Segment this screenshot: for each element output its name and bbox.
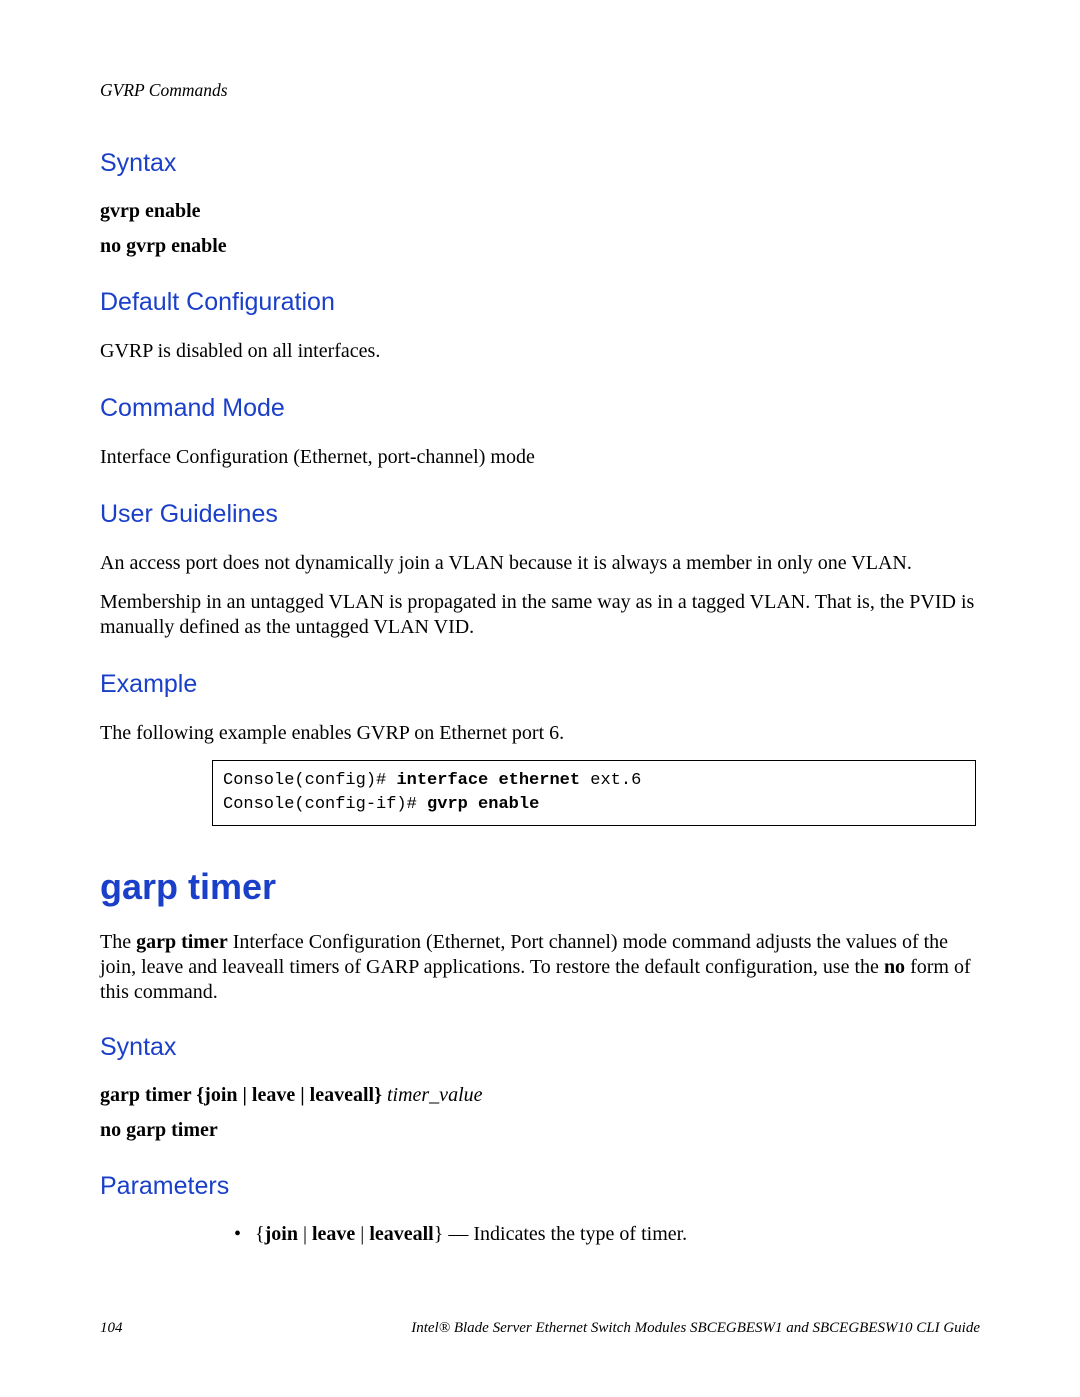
heading-parameters: Parameters (100, 1172, 980, 1201)
bullet-icon: • (234, 1223, 241, 1246)
text-bold: no (884, 956, 905, 978)
keyword: leaveall (369, 1223, 433, 1245)
keyword: join (204, 1084, 237, 1106)
brace: } (434, 1223, 444, 1245)
paragraph: An access port does not dynamically join… (100, 551, 980, 576)
command-title: garp timer (100, 866, 980, 908)
heading-syntax: Syntax (100, 149, 980, 178)
argument: timer_value (382, 1084, 483, 1106)
code-arg: ext.6 (590, 771, 641, 790)
heading-command-mode: Command Mode (100, 394, 980, 423)
list-item: • {join | leave | leaveall} — Indicates … (234, 1223, 980, 1246)
text: — Indicates the type of timer. (443, 1223, 687, 1245)
syntax-line: gvrp enable (100, 200, 980, 223)
brace: { (255, 1223, 265, 1245)
page-number: 104 (100, 1320, 123, 1337)
paragraph: The following example enables GVRP on Et… (100, 721, 980, 746)
command-description: The garp timer Interface Configuration (… (100, 930, 980, 1005)
separator: | (295, 1084, 309, 1106)
heading-user-guidelines: User Guidelines (100, 500, 980, 529)
list-text: {join | leave | leaveall} — Indicates th… (255, 1223, 687, 1246)
code-command: interface ethernet (396, 771, 590, 790)
brace: } (374, 1084, 382, 1106)
text: Interface Configuration (Ethernet, Port … (100, 931, 948, 978)
heading-example: Example (100, 670, 980, 699)
brace: { (196, 1084, 204, 1106)
paragraph: Interface Configuration (Ethernet, port-… (100, 445, 980, 470)
code-command: gvrp enable (427, 795, 539, 814)
text-bold: garp timer (136, 931, 228, 953)
keyword: leaveall (310, 1084, 374, 1106)
syntax-line: garp timer {join | leave | leaveall} tim… (100, 1084, 980, 1107)
code-prompt: Console(config-if)# (223, 795, 427, 814)
code-prompt: Console(config)# (223, 771, 396, 790)
code-block: Console(config)# interface ethernet ext.… (212, 760, 976, 826)
separator: | (355, 1223, 369, 1245)
keyword: join (265, 1223, 298, 1245)
separator: | (238, 1084, 252, 1106)
text-bold: garp timer (100, 1084, 196, 1106)
heading-syntax: Syntax (100, 1033, 980, 1062)
paragraph: Membership in an untagged VLAN is propag… (100, 590, 980, 640)
page-footer: 104 Intel® Blade Server Ethernet Switch … (100, 1320, 980, 1337)
syntax-line: no gvrp enable (100, 235, 980, 258)
footer-title: Intel® Blade Server Ethernet Switch Modu… (411, 1320, 980, 1337)
keyword: leave (312, 1223, 355, 1245)
heading-default-configuration: Default Configuration (100, 288, 980, 317)
running-header: GVRP Commands (100, 80, 980, 101)
text: The (100, 931, 136, 953)
syntax-line: no garp timer (100, 1119, 980, 1142)
keyword: leave (252, 1084, 295, 1106)
separator: | (298, 1223, 312, 1245)
paragraph: GVRP is disabled on all interfaces. (100, 339, 980, 364)
